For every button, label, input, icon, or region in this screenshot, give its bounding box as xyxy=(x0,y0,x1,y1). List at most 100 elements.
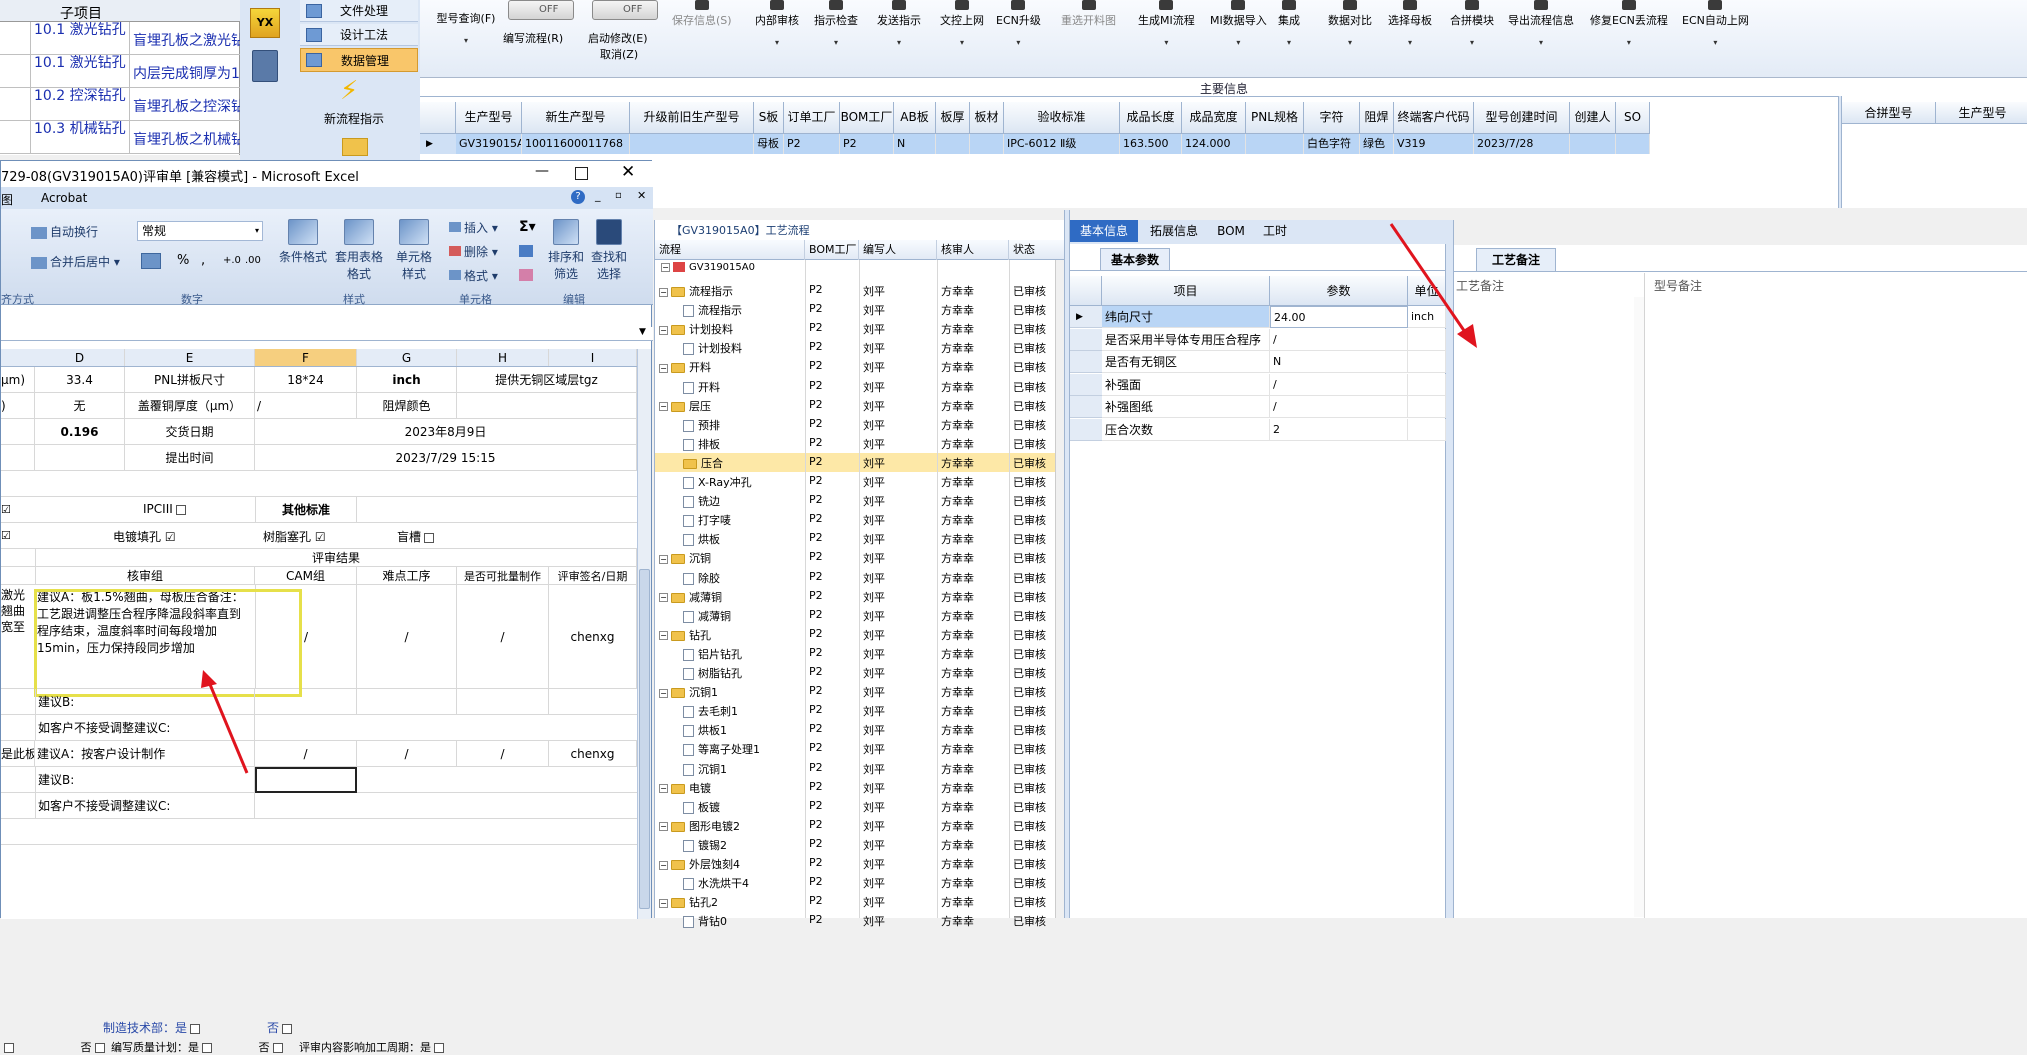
number-format-select[interactable]: 常规 ▾ xyxy=(137,221,263,241)
cell-c5[interactable]: μm) xyxy=(1,367,35,392)
table-format-button[interactable]: 套用表格格式 xyxy=(331,219,387,282)
subitem-desc[interactable]: 盲埋孔板之控深钻 xyxy=(130,88,240,121)
model-query-button[interactable]: 型号查询(F) ▾ xyxy=(426,0,506,72)
main-info-cell-8[interactable] xyxy=(970,134,1004,154)
plating-checkbox[interactable]: ☑ xyxy=(161,530,176,544)
basic-item[interactable]: 补强图纸 xyxy=(1102,396,1270,418)
enable-edit-toggle[interactable]: OFF xyxy=(592,0,658,20)
basic-item[interactable]: 是否采用半导体专用压合程序 xyxy=(1102,328,1270,351)
sugg-a-sign[interactable]: chenxg xyxy=(549,585,637,688)
main-info-cell-5[interactable]: P2 xyxy=(840,134,894,154)
subitem-code[interactable]: 10.2 控深钻孔 xyxy=(30,88,130,121)
cell-c6[interactable]: ) xyxy=(1,393,35,418)
main-info-cell-17[interactable] xyxy=(1570,134,1616,154)
conditional-format-button[interactable]: 条件格式 xyxy=(277,219,329,265)
basic-value[interactable]: N xyxy=(1270,351,1408,373)
flow-row[interactable]: − 沉铜1 P2 刘平 方幸幸 已审核 xyxy=(655,682,1065,701)
main-info-col-0[interactable]: 生产型号 xyxy=(456,102,522,134)
toolbar-button-10[interactable]: 数据对比 ▾ xyxy=(1328,0,1372,72)
main-info-col-6[interactable]: AB板 xyxy=(894,102,936,134)
main-info-cell-12[interactable] xyxy=(1246,134,1304,154)
sugg-a2-batch[interactable]: / xyxy=(457,741,549,766)
cell-d6[interactable]: 无 xyxy=(35,393,125,418)
flow-row[interactable]: 流程指示 P2 刘平 方幸幸 已审核 xyxy=(655,300,1065,319)
flow-row[interactable]: 树脂钻孔 P2 刘平 方幸幸 已审核 xyxy=(655,663,1065,682)
find-select-button[interactable]: 查找和选择 xyxy=(589,219,629,282)
basic-value[interactable]: / xyxy=(1270,396,1408,418)
flow-row[interactable]: 镀锡2 P2 刘平 方幸幸 已审核 xyxy=(655,835,1065,854)
flow-row[interactable]: X-Ray冲孔 P2 刘平 方幸幸 已审核 xyxy=(655,472,1065,491)
process-remark-textarea[interactable] xyxy=(1456,297,1642,917)
minimize-button[interactable]: — xyxy=(535,163,549,179)
flow-row[interactable]: − 钻孔2 P2 刘平 方幸幸 已审核 xyxy=(655,892,1065,911)
flow-col-3[interactable]: 核审人 xyxy=(937,240,1009,260)
merge-center-button[interactable]: 合并后居中 ▾ xyxy=(31,253,120,270)
flow-row[interactable]: − 图形电镀2 P2 刘平 方幸幸 已审核 xyxy=(655,816,1065,835)
menu-tab-view[interactable]: 图 xyxy=(1,191,13,208)
active-cell[interactable] xyxy=(255,767,357,793)
flow-row[interactable]: 沉铜1 P2 刘平 方幸幸 已审核 xyxy=(655,759,1065,778)
flow-row[interactable]: 板镀 P2 刘平 方幸幸 已审核 xyxy=(655,797,1065,816)
flow-row[interactable]: 除胶 P2 刘平 方幸幸 已审核 xyxy=(655,568,1065,587)
basic-col-0[interactable]: 项目 xyxy=(1102,276,1270,306)
flow-row[interactable]: 去毛刺1 P2 刘平 方幸幸 已审核 xyxy=(655,701,1065,720)
cell-e6[interactable]: 盖覆铜厚度（μm） xyxy=(125,393,255,418)
flow-row[interactable]: − 电镀 P2 刘平 方幸幸 已审核 xyxy=(655,778,1065,797)
flow-row[interactable]: − 外层蚀刻4 P2 刘平 方幸幸 已审核 xyxy=(655,854,1065,873)
cell-f5[interactable]: 18*24 xyxy=(255,367,357,392)
toolbar-button-7[interactable]: 生成MI流程 ▾ xyxy=(1138,0,1195,72)
ribbon-restore-button[interactable]: ▫ xyxy=(615,190,622,201)
main-info-cell-16[interactable]: 2023/7/28 xyxy=(1474,134,1570,154)
toolbar-button-6[interactable]: 重选开料图 xyxy=(1061,0,1116,72)
main-info-cell-7[interactable] xyxy=(936,134,970,154)
footer-check-1[interactable] xyxy=(94,1043,105,1053)
cell-f6[interactable]: / xyxy=(255,393,357,418)
cell-d5[interactable]: 33.4 xyxy=(35,367,125,392)
collapse-icon[interactable]: − xyxy=(659,363,668,373)
toolbar-button-12[interactable]: 合拼模块 ▾ xyxy=(1450,0,1494,72)
remark-scroll[interactable] xyxy=(1634,297,1644,917)
flow-row[interactable]: 开料 P2 刘平 方幸幸 已审核 xyxy=(655,377,1065,396)
subitem-row-marker[interactable] xyxy=(0,88,30,121)
flow-row[interactable]: 打字唛 P2 刘平 方幸幸 已审核 xyxy=(655,510,1065,529)
cancel-button[interactable]: 取消(Z) xyxy=(600,46,638,62)
flow-row[interactable]: 预排 P2 刘平 方幸幸 已审核 xyxy=(655,415,1065,434)
cell-f7[interactable]: 2023年8月9日 xyxy=(255,419,637,444)
main-info-col-7[interactable]: 板厚 xyxy=(936,102,970,134)
subitem-code[interactable]: 10.3 机械钻孔 xyxy=(30,121,130,154)
main-info-col-15[interactable]: 终端客户代码 xyxy=(1394,102,1474,134)
collapse-icon[interactable]: − xyxy=(659,287,668,297)
ribbon-close-button[interactable]: ✕ xyxy=(637,189,646,202)
tab-extended-info[interactable]: 拓展信息 xyxy=(1138,220,1210,242)
main-info-cell-0[interactable]: GV319015A0 xyxy=(456,134,522,154)
blind-slot-checkbox[interactable] xyxy=(424,532,435,543)
basic-unit[interactable] xyxy=(1408,396,1446,418)
toolbar-button-13[interactable]: 导出流程信息 ▾ xyxy=(1508,0,1574,72)
cell-g5[interactable]: inch xyxy=(357,367,457,392)
flow-row[interactable]: − 减薄铜 P2 刘平 方幸幸 已审核 xyxy=(655,587,1065,606)
basic-value[interactable]: 2 xyxy=(1270,418,1408,441)
toolbar-button-0[interactable]: 保存信息(S) xyxy=(672,0,732,72)
edit-flow-toggle[interactable]: OFF xyxy=(508,0,574,20)
flow-row[interactable]: 烘板1 P2 刘平 方幸幸 已审核 xyxy=(655,720,1065,739)
decrease-decimal-button[interactable]: .00 xyxy=(245,255,261,266)
expand-formula-icon[interactable]: ▼ xyxy=(639,327,646,337)
cell-e5[interactable]: PNL拼板尺寸 xyxy=(125,367,255,392)
sugg-a-batch[interactable]: / xyxy=(457,585,549,688)
collapse-icon[interactable]: − xyxy=(659,631,668,641)
basic-unit[interactable] xyxy=(1408,418,1446,441)
flow-row[interactable]: 铝片钻孔 P2 刘平 方幸幸 已审核 xyxy=(655,644,1065,663)
flow-row[interactable]: 减薄铜 P2 刘平 方幸幸 已审核 xyxy=(655,606,1065,625)
subitem-row-marker[interactable] xyxy=(0,55,30,88)
flow-row[interactable]: 计划投料 P2 刘平 方幸幸 已审核 xyxy=(655,338,1065,357)
main-info-col-8[interactable]: 板材 xyxy=(970,102,1004,134)
help-icon[interactable]: ? xyxy=(571,190,585,204)
delete-button[interactable]: 删除 ▾ xyxy=(449,243,498,260)
basic-unit[interactable] xyxy=(1408,351,1446,373)
mfg-no-checkbox[interactable] xyxy=(282,1023,293,1034)
main-info-col-10[interactable]: 成品长度 xyxy=(1120,102,1182,134)
main-info-col-3[interactable]: S板 xyxy=(754,102,784,134)
excel-vscroll[interactable] xyxy=(637,349,651,919)
sugg-a2-cam[interactable]: / xyxy=(255,741,357,766)
flow-row[interactable]: 压合 P2 刘平 方幸幸 已审核 xyxy=(655,452,1065,472)
